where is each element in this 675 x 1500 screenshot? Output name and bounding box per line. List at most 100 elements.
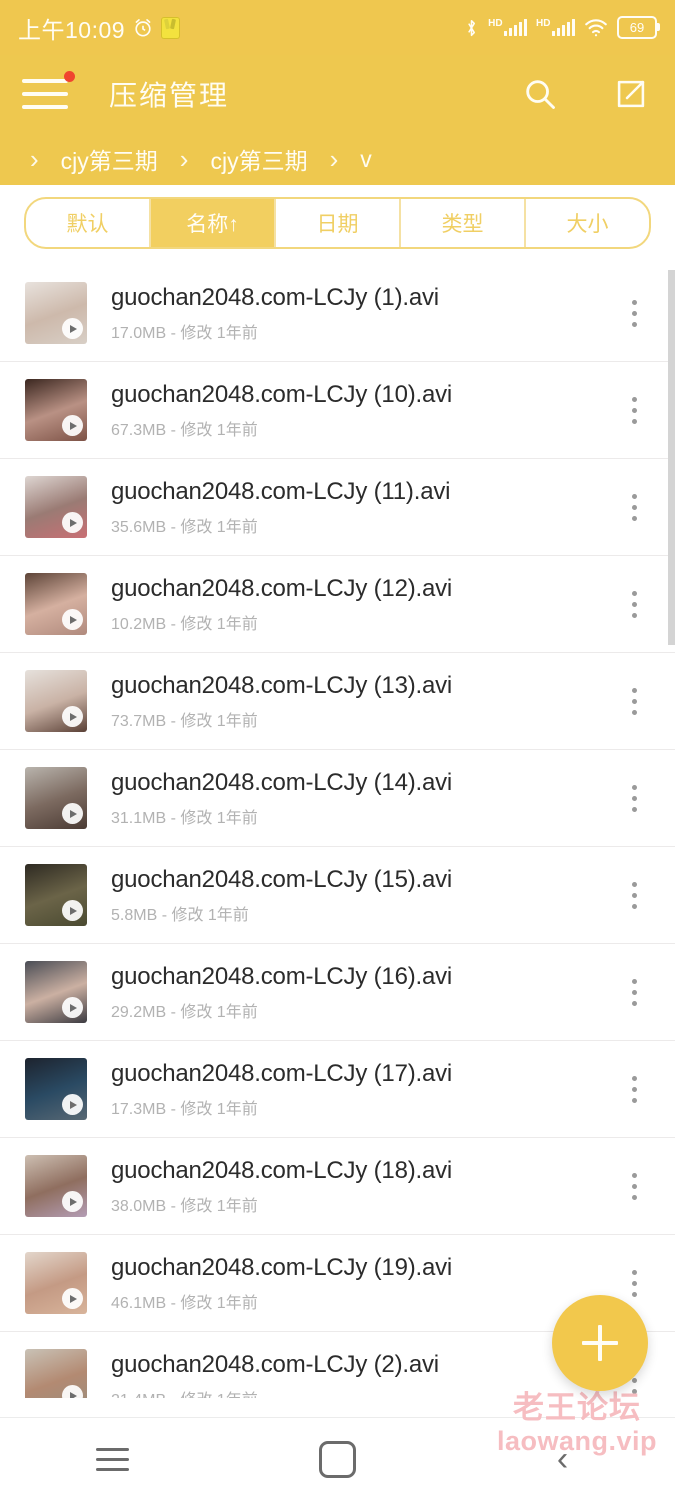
back-icon[interactable]: ‹ bbox=[450, 1418, 675, 1500]
sort-bar: 默认 名称↑ 日期 类型 大小 bbox=[24, 197, 651, 249]
home-icon[interactable] bbox=[225, 1418, 450, 1500]
system-navigation-bar: ‹ bbox=[0, 1417, 675, 1500]
breadcrumb: › cjy第三期 › cjy第三期 › v bbox=[0, 133, 675, 185]
sort-option-size[interactable]: 大小 bbox=[526, 199, 649, 247]
file-list-item[interactable]: guochan2048.com-LCJy (17).avi 17.3MB - 修改… bbox=[0, 1041, 675, 1138]
alarm-icon bbox=[132, 17, 154, 39]
file-subtitle: 29.2MB - 修改 1年前 bbox=[111, 1003, 258, 1021]
battery-level: 69 bbox=[629, 20, 645, 35]
overflow-menu-icon[interactable] bbox=[611, 476, 657, 538]
hamburger-menu-icon[interactable] bbox=[22, 71, 75, 114]
breadcrumb-item-3[interactable]: v bbox=[360, 146, 372, 173]
file-name: guochan2048.com-LCJy (14).avi bbox=[111, 768, 453, 796]
play-badge-icon bbox=[62, 1191, 83, 1212]
search-icon[interactable] bbox=[518, 72, 562, 116]
file-name: guochan2048.com-LCJy (11).avi bbox=[111, 477, 451, 505]
signal-icon-sim2: HD bbox=[536, 19, 575, 36]
sort-bar-container: 默认 名称↑ 日期 类型 大小 bbox=[0, 185, 675, 265]
file-thumbnail bbox=[25, 767, 87, 829]
file-list[interactable]: guochan2048.com-LCJy (1).avi 17.0MB - 修改 … bbox=[0, 265, 675, 1398]
breadcrumb-item-1[interactable]: cjy第三期 bbox=[61, 142, 158, 176]
play-badge-icon bbox=[62, 415, 83, 436]
status-bar-clock: 上午10:09 bbox=[18, 16, 126, 43]
breadcrumb-separator: › bbox=[329, 143, 339, 174]
file-thumbnail bbox=[25, 1252, 87, 1314]
overflow-menu-icon[interactable] bbox=[611, 1155, 657, 1217]
file-meta: guochan2048.com-LCJy (16).avi 29.2MB - 修改… bbox=[111, 963, 452, 1022]
file-list-item[interactable]: guochan2048.com-LCJy (10).avi 67.3MB - 修改… bbox=[0, 362, 675, 459]
file-thumbnail bbox=[25, 1155, 87, 1217]
file-subtitle: 10.2MB - 修改 1年前 bbox=[111, 615, 258, 633]
status-bar-right: HD HD 69 bbox=[464, 16, 660, 39]
overflow-menu-icon[interactable] bbox=[611, 1058, 657, 1120]
app-bar: 压缩管理 bbox=[0, 55, 675, 133]
file-meta: guochan2048.com-LCJy (13).avi 73.7MB - 修改… bbox=[111, 672, 452, 731]
sort-option-date[interactable]: 日期 bbox=[276, 199, 401, 247]
file-subtitle: 73.7MB - 修改 1年前 bbox=[111, 712, 258, 730]
file-meta: guochan2048.com-LCJy (2).avi 21.4MB - 修改 … bbox=[111, 1351, 439, 1399]
file-thumbnail bbox=[25, 476, 87, 538]
status-bar: 上午10:09 HD HD 69 bbox=[0, 0, 675, 55]
file-list-item[interactable]: guochan2048.com-LCJy (13).avi 73.7MB - 修改… bbox=[0, 653, 675, 750]
play-badge-icon bbox=[62, 803, 83, 824]
file-thumbnail bbox=[25, 379, 87, 441]
play-badge-icon bbox=[62, 900, 83, 921]
play-badge-icon bbox=[62, 318, 83, 339]
file-thumbnail bbox=[25, 573, 87, 635]
add-button[interactable] bbox=[552, 1295, 648, 1391]
play-badge-icon bbox=[62, 512, 83, 533]
recents-icon[interactable] bbox=[0, 1418, 225, 1500]
file-name: guochan2048.com-LCJy (19).avi bbox=[111, 1253, 453, 1281]
file-thumbnail bbox=[25, 670, 87, 732]
file-name: guochan2048.com-LCJy (13).avi bbox=[111, 671, 453, 699]
rabbit-app-icon bbox=[161, 16, 181, 39]
file-list-item[interactable]: guochan2048.com-LCJy (18).avi 38.0MB - 修改… bbox=[0, 1138, 675, 1235]
play-badge-icon bbox=[62, 1385, 83, 1398]
sort-option-name[interactable]: 名称↑ bbox=[151, 199, 276, 247]
file-meta: guochan2048.com-LCJy (19).avi 46.1MB - 修改… bbox=[111, 1254, 452, 1313]
file-meta: guochan2048.com-LCJy (14).avi 31.1MB - 修改… bbox=[111, 769, 452, 828]
notification-dot-badge bbox=[64, 71, 75, 82]
sort-option-type[interactable]: 类型 bbox=[401, 199, 526, 247]
play-badge-icon bbox=[62, 1288, 83, 1309]
file-subtitle: 17.0MB - 修改 1年前 bbox=[111, 324, 258, 342]
overflow-menu-icon[interactable] bbox=[611, 379, 657, 441]
breadcrumb-item-2[interactable]: cjy第三期 bbox=[210, 142, 307, 176]
file-subtitle: 38.0MB - 修改 1年前 bbox=[111, 1197, 258, 1215]
play-badge-icon bbox=[62, 997, 83, 1018]
file-subtitle: 46.1MB - 修改 1年前 bbox=[111, 1294, 258, 1312]
file-list-item[interactable]: guochan2048.com-LCJy (16).avi 29.2MB - 修改… bbox=[0, 944, 675, 1041]
overflow-menu-icon[interactable] bbox=[611, 961, 657, 1023]
file-list-item[interactable]: guochan2048.com-LCJy (11).avi 35.6MB - 修改… bbox=[0, 459, 675, 556]
file-subtitle: 67.3MB - 修改 1年前 bbox=[111, 421, 258, 439]
file-meta: guochan2048.com-LCJy (1).avi 17.0MB - 修改 … bbox=[111, 284, 439, 343]
file-manager-screen: 上午10:09 HD HD 69 压缩管理 › cjy第三期 › cjy第三期 … bbox=[0, 0, 675, 1500]
file-list-item[interactable]: guochan2048.com-LCJy (1).avi 17.0MB - 修改 … bbox=[0, 265, 675, 362]
hd-label-1: HD bbox=[488, 18, 503, 29]
file-name: guochan2048.com-LCJy (15).avi bbox=[111, 865, 453, 893]
play-badge-icon bbox=[62, 609, 83, 630]
file-subtitle: 35.6MB - 修改 1年前 bbox=[111, 518, 258, 536]
file-subtitle: 21.4MB - 修改 1年前 bbox=[111, 1386, 439, 1399]
file-name: guochan2048.com-LCJy (18).avi bbox=[111, 1156, 453, 1184]
list-scrollbar[interactable] bbox=[668, 270, 675, 645]
overflow-menu-icon[interactable] bbox=[611, 864, 657, 926]
status-bar-left: 上午10:09 bbox=[18, 11, 181, 45]
file-thumbnail bbox=[25, 864, 87, 926]
overflow-menu-icon[interactable] bbox=[611, 573, 657, 635]
edit-compose-icon[interactable] bbox=[609, 72, 653, 116]
hd-label-2: HD bbox=[536, 18, 551, 29]
overflow-menu-icon[interactable] bbox=[611, 282, 657, 344]
file-name: guochan2048.com-LCJy (12).avi bbox=[111, 574, 453, 602]
file-list-item[interactable]: guochan2048.com-LCJy (14).avi 31.1MB - 修改… bbox=[0, 750, 675, 847]
file-list-item[interactable]: guochan2048.com-LCJy (15).avi 5.8MB - 修改 … bbox=[0, 847, 675, 944]
overflow-menu-icon[interactable] bbox=[611, 670, 657, 732]
file-subtitle: 17.3MB - 修改 1年前 bbox=[111, 1100, 258, 1118]
file-name: guochan2048.com-LCJy (16).avi bbox=[111, 962, 453, 990]
plus-icon bbox=[582, 1325, 618, 1361]
file-name: guochan2048.com-LCJy (2).avi bbox=[111, 1350, 439, 1378]
file-list-item[interactable]: guochan2048.com-LCJy (12).avi 10.2MB - 修改… bbox=[0, 556, 675, 653]
file-subtitle: 5.8MB - 修改 1年前 bbox=[111, 906, 249, 924]
overflow-menu-icon[interactable] bbox=[611, 767, 657, 829]
sort-option-default[interactable]: 默认 bbox=[26, 199, 151, 247]
